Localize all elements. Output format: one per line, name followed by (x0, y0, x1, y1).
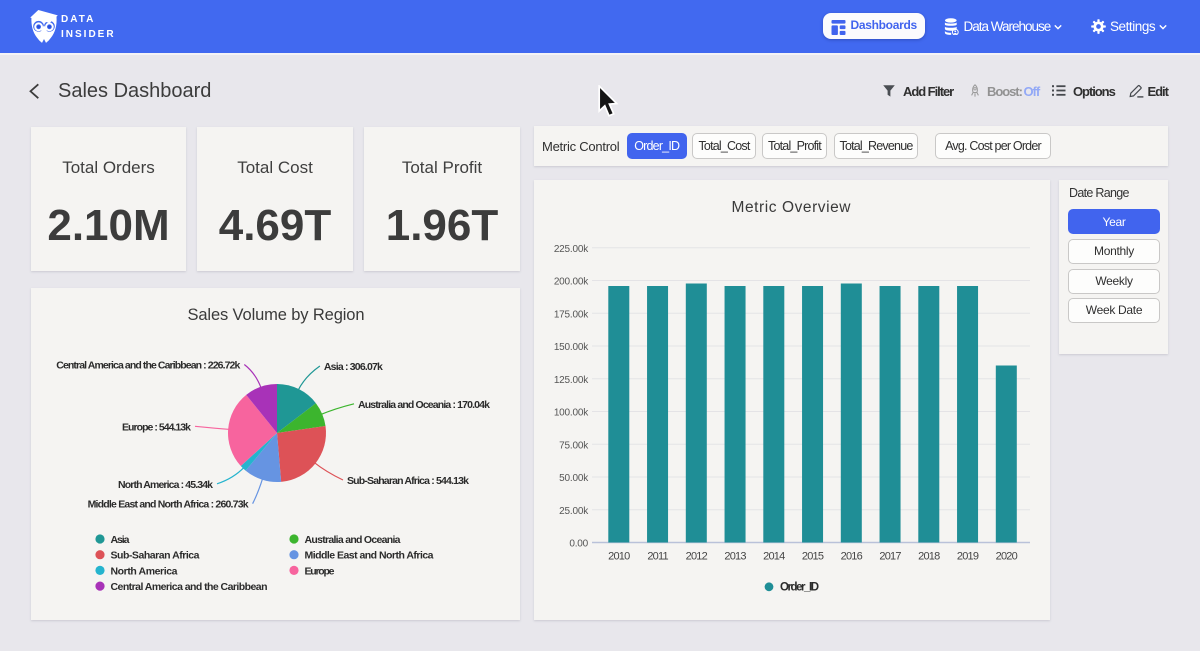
svg-text:2013: 2013 (724, 551, 746, 563)
svg-text:150.00k: 150.00k (554, 342, 589, 353)
svg-text:Australia and Oceania: Australia and Oceania (305, 534, 401, 546)
svg-text:Asia: Asia (111, 534, 130, 546)
svg-text:50.00k: 50.00k (559, 473, 589, 484)
svg-text:200.00k: 200.00k (554, 277, 589, 288)
svg-text:2018: 2018 (918, 551, 940, 563)
svg-text:2010: 2010 (608, 551, 630, 563)
svg-text:2019: 2019 (957, 551, 979, 563)
svg-text:Sales Volume by Region: Sales Volume by Region (188, 306, 365, 324)
svg-text:Asia : 306.07k: Asia : 306.07k (324, 361, 383, 373)
svg-text:2016: 2016 (841, 551, 863, 563)
svg-text:Metric Overview: Metric Overview (732, 199, 852, 216)
svg-text:125.00k: 125.00k (554, 375, 589, 386)
svg-text:2017: 2017 (879, 551, 901, 563)
svg-text:2012: 2012 (686, 551, 708, 563)
svg-text:25.00k: 25.00k (559, 506, 589, 517)
svg-text:Europe : 544.13k: Europe : 544.13k (122, 421, 191, 433)
svg-text:Sub-Saharan Africa : 544.13k: Sub-Saharan Africa : 544.13k (347, 475, 469, 487)
svg-text:Sub-Saharan Africa: Sub-Saharan Africa (111, 550, 200, 562)
svg-text:100.00k: 100.00k (554, 408, 589, 419)
svg-text:Central America and the Caribb: Central America and the Caribbean : 226.… (56, 360, 240, 372)
svg-text:2011: 2011 (647, 551, 668, 563)
svg-text:Middle East and North Africa :: Middle East and North Africa : 260.73k (88, 499, 249, 511)
svg-text:Order_ID: Order_ID (780, 582, 819, 594)
svg-text:2014: 2014 (763, 551, 785, 563)
svg-text:2020: 2020 (996, 551, 1018, 563)
svg-text:Europe: Europe (305, 565, 335, 577)
svg-text:Middle East and North Africa: Middle East and North Africa (305, 550, 434, 562)
svg-text:75.00k: 75.00k (559, 440, 589, 451)
svg-text:Australia and Oceania : 170.04: Australia and Oceania : 170.04k (358, 399, 490, 411)
svg-text:Central America and the Caribb: Central America and the Caribbean (111, 581, 268, 593)
svg-text:North America : 45.34k: North America : 45.34k (118, 479, 213, 491)
svg-text:175.00k: 175.00k (554, 309, 589, 320)
svg-text:225.00k: 225.00k (554, 244, 589, 255)
svg-text:2015: 2015 (802, 551, 824, 563)
svg-text:North America: North America (111, 565, 178, 577)
svg-text:0.00: 0.00 (569, 539, 588, 550)
